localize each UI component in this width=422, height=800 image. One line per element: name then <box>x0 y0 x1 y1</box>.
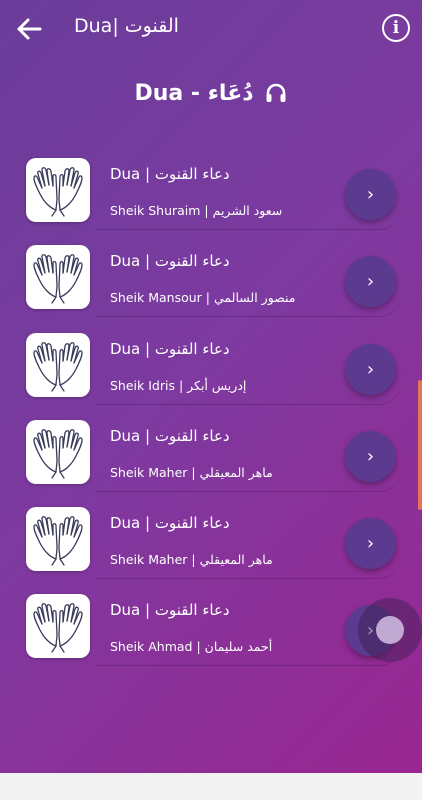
chevron-right-icon: › <box>366 271 375 292</box>
dua-thumbnail <box>26 245 90 309</box>
chevron-right-icon: › <box>366 446 375 467</box>
play-chevron-button[interactable]: › <box>345 431 396 482</box>
dua-list-item[interactable]: دعاء القنوت | Dua Sheik Idris | إدريس أبك… <box>22 330 407 405</box>
dua-list-item[interactable]: دعاء القنوت | Dua Sheik Shuraim | سعود ال… <box>22 155 407 230</box>
item-title: دعاء القنوت | Dua <box>110 514 230 532</box>
item-reciter: Sheik Shuraim | سعود الشريم <box>110 203 283 218</box>
section-header: Dua - دُعَاء <box>0 76 422 110</box>
praying-hands-icon <box>33 342 83 392</box>
play-chevron-button[interactable]: › <box>345 169 396 220</box>
section-title: Dua - دُعَاء <box>134 80 254 106</box>
touch-ripple-center <box>376 616 404 644</box>
headphones-icon <box>266 83 286 102</box>
info-icon[interactable]: i <box>382 14 410 42</box>
praying-hands-icon <box>33 516 83 566</box>
dua-thumbnail <box>26 333 90 397</box>
back-arrow-icon[interactable] <box>14 14 44 44</box>
item-reciter: Sheik Maher | ماهر المعيقلي <box>110 465 273 480</box>
dua-thumbnail <box>26 594 90 658</box>
dua-list-item[interactable]: دعاء القنوت | Dua Sheik Maher | ماهر المع… <box>22 417 407 492</box>
dua-thumbnail <box>26 420 90 484</box>
play-chevron-button[interactable]: › <box>345 344 396 395</box>
dua-list-item[interactable]: دعاء القنوت | Dua Sheik Mansour | منصور ا… <box>22 242 407 317</box>
item-title: دعاء القنوت | Dua <box>110 165 230 183</box>
page-title: القنوت |Dua <box>74 15 179 37</box>
dua-list-item[interactable]: دعاء القنوت | Dua Sheik Maher | ماهر المع… <box>22 504 407 579</box>
chevron-right-icon: › <box>366 359 375 380</box>
scroll-indicator[interactable] <box>418 380 422 510</box>
item-title: دعاء القنوت | Dua <box>110 427 230 445</box>
praying-hands-icon <box>33 603 83 653</box>
chevron-right-icon: › <box>366 184 375 205</box>
item-reciter: Sheik Idris | إدريس أبكر <box>110 378 247 393</box>
item-reciter: Sheik Ahmad | أحمد سليمان <box>110 639 273 654</box>
item-title: دعاء القنوت | Dua <box>110 601 230 619</box>
praying-hands-icon <box>33 167 83 217</box>
item-title: دعاء القنوت | Dua <box>110 252 230 270</box>
praying-hands-icon <box>33 429 83 479</box>
chevron-right-icon: › <box>366 533 375 554</box>
item-reciter: Sheik Maher | ماهر المعيقلي <box>110 552 273 567</box>
item-reciter: Sheik Mansour | منصور السالمي <box>110 290 296 305</box>
dua-list-item[interactable]: دعاء القنوت | Dua Sheik Ahmad | أحمد سليم… <box>22 591 407 666</box>
item-title: دعاء القنوت | Dua <box>110 340 230 358</box>
dua-thumbnail <box>26 158 90 222</box>
top-app-bar: القنوت |Dua i <box>0 0 422 58</box>
play-chevron-button[interactable]: › <box>345 518 396 569</box>
praying-hands-icon <box>33 254 83 304</box>
dua-thumbnail <box>26 507 90 571</box>
play-chevron-button[interactable]: › <box>345 256 396 307</box>
bottom-bar <box>0 773 422 800</box>
